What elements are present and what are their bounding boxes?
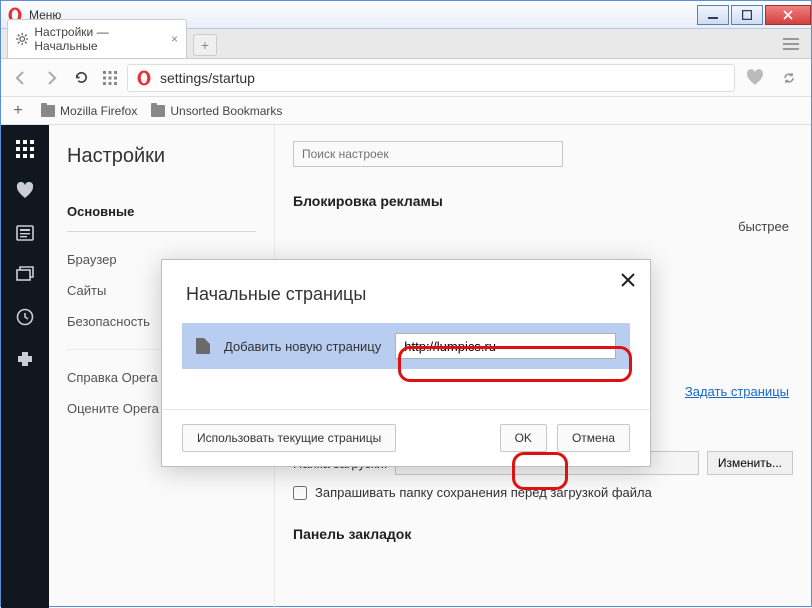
folder-icon xyxy=(41,105,55,117)
content-area: Настройки Основные Браузер Сайты Безопас… xyxy=(1,125,811,608)
add-bookmark-button[interactable]: + xyxy=(9,102,27,120)
tab-title: Настройки — Начальные xyxy=(34,25,159,53)
dialog-title: Начальные страницы xyxy=(162,260,650,323)
url-input[interactable] xyxy=(160,70,726,86)
window-maximize-button[interactable] xyxy=(731,5,763,25)
tab-strip: Настройки — Начальные × + xyxy=(1,29,811,59)
tab-menu-icon[interactable] xyxy=(777,30,805,58)
tab-close-icon[interactable]: × xyxy=(171,32,178,46)
ok-button[interactable]: OK xyxy=(500,424,547,452)
gear-icon xyxy=(16,32,28,46)
dialog-backdrop: Начальные страницы Добавить новую страни… xyxy=(1,125,811,608)
bookmark-folder[interactable]: Mozilla Firefox xyxy=(41,104,137,118)
dialog-footer: Использовать текущие страницы OK Отмена xyxy=(162,409,650,466)
window-minimize-button[interactable] xyxy=(697,5,729,25)
startup-pages-dialog: Начальные страницы Добавить новую страни… xyxy=(161,259,651,467)
dialog-close-button[interactable] xyxy=(620,272,638,290)
use-current-pages-button[interactable]: Использовать текущие страницы xyxy=(182,424,396,452)
nav-back-button[interactable] xyxy=(9,66,33,90)
nav-forward-button[interactable] xyxy=(39,66,63,90)
tab-settings[interactable]: Настройки — Начальные × xyxy=(7,19,187,58)
bookmarks-bar: + Mozilla Firefox Unsorted Bookmarks xyxy=(1,97,811,125)
url-field[interactable] xyxy=(127,64,735,92)
window-close-button[interactable] xyxy=(765,5,811,25)
add-page-label: Добавить новую страницу xyxy=(224,339,381,354)
sync-icon[interactable] xyxy=(775,64,803,92)
bookmark-folder[interactable]: Unsorted Bookmarks xyxy=(151,104,282,118)
dialog-add-page-row: Добавить новую страницу xyxy=(182,323,630,369)
cancel-button[interactable]: Отмена xyxy=(557,424,630,452)
add-page-url-input[interactable] xyxy=(395,333,616,359)
speed-dial-icon[interactable] xyxy=(99,67,121,89)
page-icon xyxy=(196,338,210,354)
nav-reload-button[interactable] xyxy=(69,66,93,90)
folder-icon xyxy=(151,105,165,117)
address-bar xyxy=(1,59,811,97)
bookmark-heart-icon[interactable] xyxy=(741,64,769,92)
opera-o-icon xyxy=(136,70,152,86)
new-tab-button[interactable]: + xyxy=(193,34,217,56)
